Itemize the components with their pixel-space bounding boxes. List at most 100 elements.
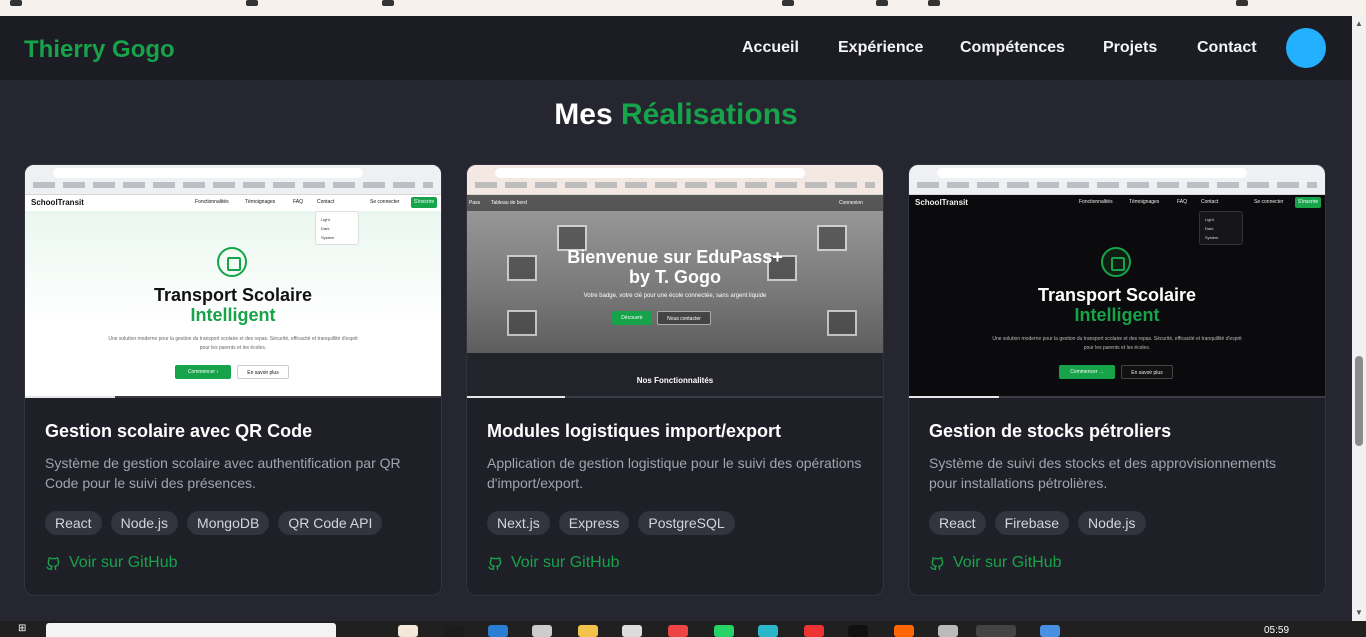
preview-cta-secondary: En savoir plus [1121, 365, 1173, 379]
tab-favicon[interactable] [1236, 0, 1248, 6]
taskbar-app-icon[interactable] [714, 625, 734, 637]
preview-features-heading: Nos Fonctionnalités [636, 376, 714, 385]
preview-heading: Transport Scolaire Intelligent [909, 285, 1325, 325]
preview-nav-item: Connexion [839, 200, 863, 206]
carousel-progress [467, 396, 883, 398]
github-icon [930, 557, 944, 570]
navbar: Thierry Gogo Accueil Expérience Compéten… [0, 16, 1352, 80]
taskbar-app-icon[interactable] [804, 625, 824, 637]
preview-menu-item: Contact [1201, 199, 1219, 205]
taskbar-app-icon[interactable] [622, 625, 642, 637]
scroll-down-icon[interactable]: ▼ [1355, 608, 1363, 617]
taskbar-clock[interactable]: 05:59 [1264, 625, 1289, 636]
taskbar-app-icon[interactable] [578, 625, 598, 637]
tech-tag: MongoDB [187, 511, 270, 535]
bus-icon [1101, 247, 1131, 277]
preview-menu-item: Contact [317, 199, 335, 205]
section-title: Mes Réalisations [0, 98, 1352, 132]
preview-navbar: SchoolTransit Fonctionnalités Témoignage… [909, 195, 1325, 211]
preview-menu-item: FAQ [293, 199, 304, 205]
nav-link-accueil[interactable]: Accueil [742, 39, 799, 57]
project-description: Application de gestion logistique pour l… [487, 455, 862, 491]
project-screenshot: Pass Tableau de bord Connexion Bienvenue… [467, 165, 883, 398]
nav-link-experience[interactable]: Expérience [838, 39, 923, 57]
preview-navbar: Pass Tableau de bord Connexion [467, 195, 883, 211]
tab-favicon[interactable] [876, 0, 888, 6]
preview-signup: S'inscrire [411, 197, 437, 208]
tab-favicon[interactable] [782, 0, 794, 6]
preview-heading-line2: Intelligent [190, 305, 276, 325]
project-screenshot: SchoolTransit Fonctionnalités Témoignage… [909, 165, 1325, 398]
scrollbar-thumb[interactable] [1355, 356, 1363, 446]
taskbar-app-icon[interactable] [488, 625, 508, 637]
scroll-up-icon[interactable]: ▲ [1355, 19, 1363, 28]
preview-heading-line1: Bienvenue sur EduPass+ [567, 247, 783, 267]
preview-nav-item: Tableau de bord [491, 200, 527, 206]
github-link[interactable]: Voir sur GitHub [45, 554, 177, 572]
preview-cta-primary: Commencer → [1059, 365, 1115, 379]
card-body: Gestion de stocks pétroliers Système de … [929, 421, 1307, 535]
project-screenshot: SchoolTransit Fonctionnalités Témoignage… [25, 165, 441, 398]
preview-menu-item: Fonctionnalités [1079, 199, 1113, 205]
carousel-progress [909, 396, 1325, 398]
project-description: Système de suivi des stocks et des appro… [929, 455, 1277, 491]
github-link-label: Voir sur GitHub [69, 554, 178, 571]
tab-favicon[interactable] [246, 0, 258, 6]
preview-browser-chrome [25, 165, 441, 195]
preview-browser-chrome [467, 165, 883, 195]
github-link[interactable]: Voir sur GitHub [929, 554, 1061, 572]
theme-toggle-avatar[interactable] [1286, 28, 1326, 68]
section-title-part1: Mes [554, 98, 613, 131]
preview-signup: S'inscrire [1295, 197, 1321, 208]
github-link-label: Voir sur GitHub [511, 554, 620, 571]
preview-menu-item: Témoignages [1129, 199, 1160, 205]
preview-cta-primary: Découvrir [612, 311, 652, 325]
preview-login: Se connecter [1254, 199, 1284, 205]
taskbar-app-icon[interactable] [532, 625, 552, 637]
github-link[interactable]: Voir sur GitHub [487, 554, 619, 572]
os-taskbar: ⊞ 05:59 [0, 621, 1366, 637]
preview-login: Se connecter [370, 199, 400, 205]
tech-tags: React Firebase Node.js [929, 511, 1307, 535]
preview-theme-dropdown: Light Dark System [315, 211, 359, 245]
tech-tag: Node.js [1078, 511, 1146, 535]
taskbar-app-icon[interactable] [398, 625, 418, 637]
preview-text: Une solution moderne pour la gestion du … [108, 336, 358, 351]
preview-menu-item: Fonctionnalités [195, 199, 229, 205]
windows-start-icon[interactable]: ⊞ [18, 623, 26, 634]
taskbar-app-icon[interactable] [938, 625, 958, 637]
preview-menu-item: FAQ [1177, 199, 1188, 205]
github-link-label: Voir sur GitHub [953, 554, 1062, 571]
github-icon [46, 557, 60, 570]
taskbar-app-icon[interactable] [848, 625, 868, 637]
preview-theme-dropdown: Light Dark System [1199, 211, 1243, 245]
nav-link-contact[interactable]: Contact [1197, 39, 1257, 57]
preview-heading-line2: Intelligent [1074, 305, 1160, 325]
taskbar-app-icon[interactable] [444, 625, 464, 637]
project-description: Système de gestion scolaire avec authent… [45, 455, 401, 491]
nav-link-projets[interactable]: Projets [1103, 39, 1157, 57]
page-scrollbar[interactable]: ▲ ▼ [1352, 16, 1366, 621]
card-body: Gestion scolaire avec QR Code Système de… [45, 421, 423, 535]
taskbar-app-icon[interactable] [1040, 625, 1060, 637]
taskbar-app-icon[interactable] [758, 625, 778, 637]
preview-dropdown-item: System [1205, 235, 1219, 240]
tech-tag: React [45, 511, 102, 535]
preview-menu-item: Témoignages [245, 199, 276, 205]
preview-cta-secondary: En savoir plus [237, 365, 289, 379]
taskbar-app-icon[interactable] [894, 625, 914, 637]
taskbar-search[interactable] [46, 623, 336, 637]
preview-heading: Transport Scolaire Intelligent [25, 285, 441, 325]
preview-logo: SchoolTransit [31, 198, 84, 207]
tab-favicon[interactable] [10, 0, 22, 6]
taskbar-app-icon[interactable] [668, 625, 688, 637]
nav-link-competences[interactable]: Compétences [960, 39, 1065, 57]
section-title-accent: Réalisations [620, 98, 798, 131]
github-icon [488, 557, 502, 570]
taskbar-app-icon[interactable] [976, 625, 1016, 637]
tab-favicon[interactable] [382, 0, 394, 6]
tab-favicon[interactable] [928, 0, 940, 6]
preview-cta-secondary: Nous contacter [657, 311, 711, 325]
brand-logo[interactable]: Thierry Gogo [24, 36, 175, 64]
carousel-progress [25, 396, 441, 398]
